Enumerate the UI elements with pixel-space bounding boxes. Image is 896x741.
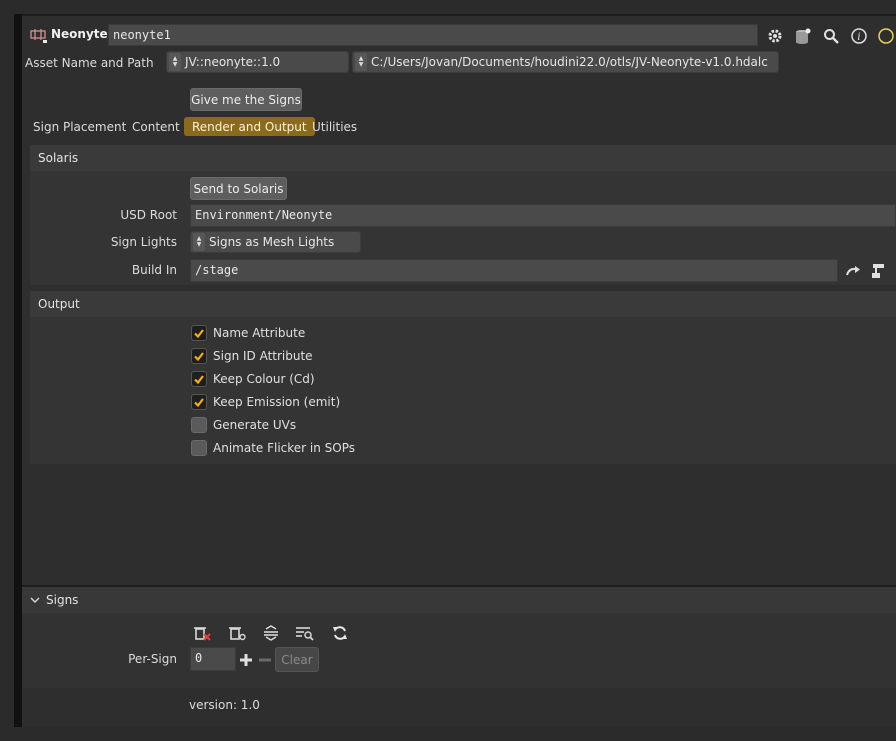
signs-section-header[interactable]: Signs (22, 587, 896, 613)
delete-all-icon[interactable] (192, 624, 212, 642)
sign-id-attribute-label: Sign ID Attribute (213, 349, 313, 363)
signs-section-title: Signs (46, 593, 79, 607)
tab-content[interactable]: Content (124, 117, 188, 136)
keep-colour-label: Keep Colour (Cd) (213, 372, 315, 386)
animate-flicker-label: Animate Flicker in SOPs (213, 441, 356, 455)
per-sign-count-field[interactable]: 0 (190, 647, 236, 671)
svg-text:i: i (857, 32, 860, 43)
version-label: version: 1.0 (189, 698, 260, 712)
keep-emission-checkbox[interactable] (191, 394, 207, 410)
asset-name-value: JV::neonyte::1.0 (185, 55, 281, 69)
spinner-icon: ▲ ▼ (169, 53, 181, 71)
give-me-the-signs-button[interactable]: Give me the Signs (190, 88, 302, 111)
spinner-icon: ▲ ▼ (193, 233, 205, 251)
node-type-label: Neonyte (51, 27, 108, 41)
name-attribute-label: Name Attribute (213, 326, 306, 340)
animate-flicker-checkbox[interactable] (191, 440, 207, 456)
generate-uvs-label: Generate UVs (213, 418, 297, 432)
delete-unused-icon[interactable] (227, 624, 247, 642)
sign-lights-menu[interactable]: ▲ ▼ Signs as Mesh Lights (190, 231, 361, 253)
neonyte-node-icon (30, 27, 48, 43)
node-name-field[interactable]: neonyte1 (108, 24, 758, 46)
left-edge-bar (14, 14, 22, 727)
collapse-all-icon[interactable] (261, 624, 281, 642)
asset-name-menu[interactable]: ▲ ▼ JV::neonyte::1.0 (166, 51, 349, 73)
checkmark-icon (194, 375, 204, 385)
refresh-icon[interactable] (330, 624, 350, 642)
tab-render-and-output[interactable]: Render and Output (184, 117, 315, 136)
generate-uvs-checkbox[interactable] (191, 417, 207, 433)
usd-root-field[interactable]: Environment/Neonyte (190, 204, 896, 227)
build-in-field[interactable]: /stage (190, 259, 838, 282)
asset-path-value: C:/Users/Jovan/Documents/houdini22.0/otl… (371, 55, 768, 69)
clear-button[interactable]: Clear (275, 647, 319, 672)
tab-utilities[interactable]: Utilities (304, 117, 365, 136)
keep-emission-label: Keep Emission (emit) (213, 395, 341, 409)
sign-lights-label: Sign Lights (110, 235, 177, 249)
chevron-down-icon (30, 593, 40, 607)
info-icon[interactable]: i (850, 27, 868, 45)
sign-id-attribute-checkbox[interactable] (191, 348, 207, 364)
name-attribute-checkbox[interactable] (191, 325, 207, 341)
spinner-icon: ▲ ▼ (355, 53, 367, 71)
output-section-header[interactable]: Output (30, 291, 896, 317)
per-sign-label: Per-Sign (128, 652, 177, 666)
jump-to-node-icon[interactable] (845, 264, 861, 278)
asset-name-path-label: Asset Name and Path (25, 56, 154, 70)
keep-colour-checkbox[interactable] (191, 371, 207, 387)
solaris-section-header[interactable]: Solaris (30, 145, 896, 171)
sign-lights-value: Signs as Mesh Lights (209, 235, 335, 249)
help-icon[interactable] (876, 27, 896, 45)
remove-icon[interactable] (258, 653, 272, 667)
build-in-label: Build In (131, 263, 177, 277)
add-icon[interactable] (239, 653, 253, 667)
asset-icon[interactable] (794, 27, 812, 45)
usd-root-label: USD Root (120, 208, 177, 222)
gear-icon[interactable] (766, 27, 784, 45)
checkmark-icon (194, 398, 204, 408)
send-to-solaris-button[interactable]: Send to Solaris (190, 177, 287, 200)
search-icon[interactable] (822, 27, 840, 45)
find-instance-icon[interactable] (295, 624, 315, 642)
tab-sign-placement[interactable]: Sign Placement (25, 117, 134, 136)
checkmark-icon (194, 329, 204, 339)
checkmark-icon (194, 352, 204, 362)
asset-path-menu[interactable]: ▲ ▼ C:/Users/Jovan/Documents/houdini22.0/… (352, 51, 779, 73)
node-chooser-icon[interactable] (870, 263, 886, 279)
